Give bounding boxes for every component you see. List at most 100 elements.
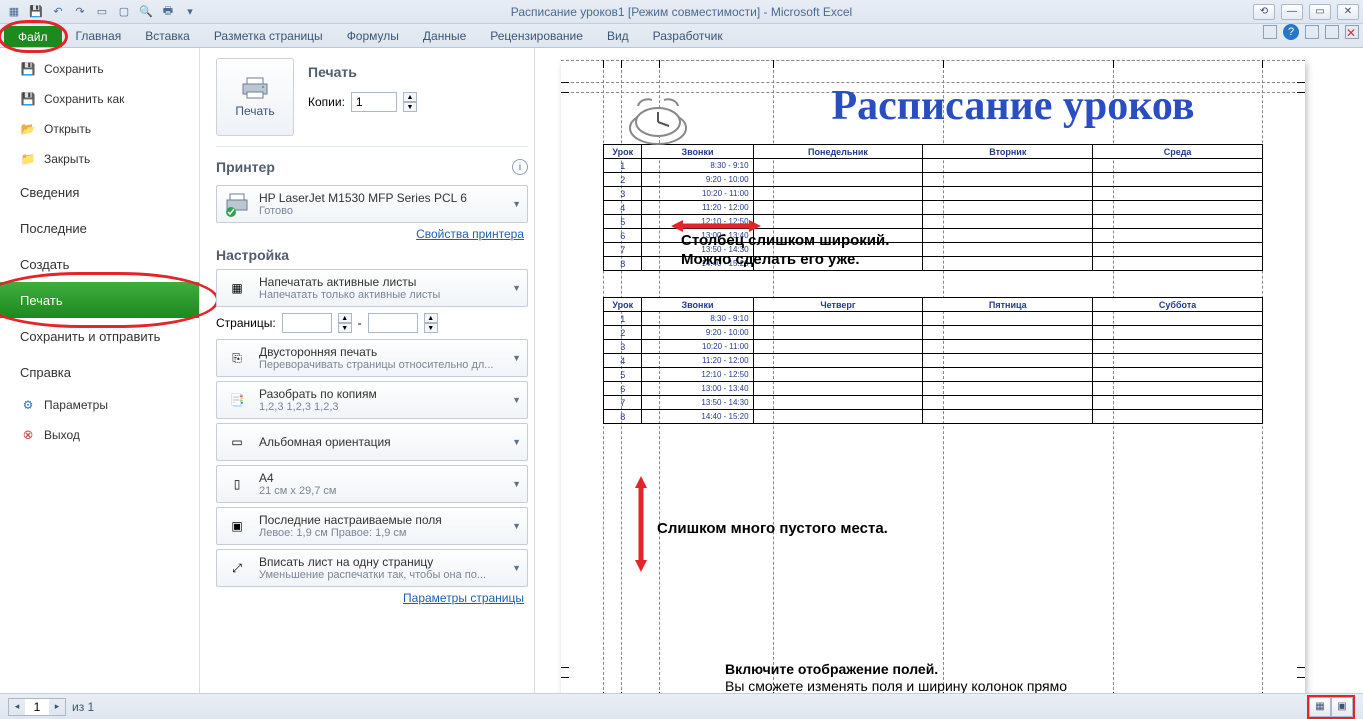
cell-lesson: 6 bbox=[604, 229, 642, 243]
nav-open[interactable]: 📂Открыть bbox=[0, 114, 199, 144]
nav-options[interactable]: ⚙Параметры bbox=[0, 390, 199, 420]
restore-window-icon[interactable] bbox=[1305, 25, 1319, 39]
tab-review[interactable]: Рецензирование bbox=[478, 24, 595, 47]
cell-day bbox=[1093, 382, 1263, 396]
qat-more-icon[interactable]: ▾ bbox=[182, 4, 198, 20]
setting-duplex[interactable]: ⎘ Двусторонняя печатьПереворачивать стра… bbox=[216, 339, 528, 377]
cell-lesson: 4 bbox=[604, 201, 642, 215]
cell-day bbox=[1093, 243, 1263, 257]
redo-icon[interactable]: ↷ bbox=[72, 4, 88, 20]
print-preview-pane: Расписание уроков УрокЗвонкиПонедельникВ… bbox=[535, 48, 1363, 719]
tab-formulas[interactable]: Формулы bbox=[335, 24, 411, 47]
backstage: 💾Сохранить 💾Сохранить как 📂Открыть 📁Закр… bbox=[0, 48, 1363, 719]
pages-from-spinner[interactable]: ▲▼ bbox=[338, 313, 352, 333]
ribbon-tabs: Файл Главная Вставка Разметка страницы Ф… bbox=[0, 24, 1363, 48]
zoom-page-button[interactable]: ▣ bbox=[1331, 697, 1353, 717]
page-setup-link[interactable]: Параметры страницы bbox=[216, 591, 524, 605]
pages-from-input[interactable] bbox=[282, 313, 332, 333]
tab-page-layout[interactable]: Разметка страницы bbox=[202, 24, 335, 47]
open-icon[interactable]: ▭ bbox=[94, 4, 110, 20]
table-row: 18:30 - 9:10 bbox=[604, 312, 1263, 326]
minimize-ribbon-icon[interactable] bbox=[1263, 25, 1277, 39]
printer-select[interactable]: HP LaserJet M1530 MFP Series PCL 6Готово… bbox=[216, 185, 528, 223]
sheets-icon: ▦ bbox=[223, 274, 251, 302]
nav-sendsave[interactable]: Сохранить и отправить bbox=[0, 318, 199, 354]
cell-day bbox=[1093, 410, 1263, 424]
cell-day bbox=[753, 312, 923, 326]
tab-file[interactable]: Файл bbox=[4, 26, 62, 47]
undo-icon[interactable]: ↶ bbox=[50, 4, 66, 20]
minimize-button[interactable]: — bbox=[1281, 4, 1303, 20]
cell-day bbox=[923, 215, 1093, 229]
pages-dash: - bbox=[358, 316, 362, 330]
cell-day bbox=[923, 368, 1093, 382]
nav-saveas[interactable]: 💾Сохранить как bbox=[0, 84, 199, 114]
page-spinner[interactable]: ◂▸ bbox=[8, 698, 66, 716]
nav-info-label: Сведения bbox=[20, 185, 79, 200]
printer-properties-link[interactable]: Свойства принтера bbox=[216, 227, 524, 241]
nav-new[interactable]: Создать bbox=[0, 246, 199, 282]
setting-papersize[interactable]: ▯ A421 см x 29,7 см ▼ bbox=[216, 465, 528, 503]
copies-spinner[interactable]: ▲▼ bbox=[403, 92, 417, 112]
tab-view[interactable]: Вид bbox=[595, 24, 641, 47]
cell-day bbox=[753, 159, 923, 173]
info-icon[interactable]: i bbox=[512, 159, 528, 175]
pages-to-spinner[interactable]: ▲▼ bbox=[424, 313, 438, 333]
cell-lesson: 1 bbox=[604, 159, 642, 173]
copies-input[interactable] bbox=[351, 92, 397, 112]
nav-exit[interactable]: ⮿Выход bbox=[0, 420, 199, 450]
table-row: 29:20 - 10:00 bbox=[604, 326, 1263, 340]
pages-to-input[interactable] bbox=[368, 313, 418, 333]
cell-lesson: 5 bbox=[604, 368, 642, 382]
nav-exit-label: Выход bbox=[44, 428, 80, 442]
tab-developer[interactable]: Разработчик bbox=[641, 24, 735, 47]
page-of-label: из 1 bbox=[72, 700, 94, 714]
annotation-col-wide: Столбец слишком широкий. Можно сделать е… bbox=[681, 232, 889, 270]
print-icon[interactable]: 🖶 bbox=[160, 4, 176, 20]
save-icon[interactable]: 💾 bbox=[28, 4, 44, 20]
nav-print[interactable]: Печать bbox=[0, 282, 199, 318]
tab-home[interactable]: Главная bbox=[64, 24, 134, 47]
cell-time: 10:20 - 11:00 bbox=[642, 340, 753, 354]
cell-time: 10:20 - 11:00 bbox=[642, 187, 753, 201]
setting-collate[interactable]: 📑 Разобрать по копиям1,2,3 1,2,3 1,2,3 ▼ bbox=[216, 381, 528, 419]
cell-lesson: 3 bbox=[604, 340, 642, 354]
setting-margins[interactable]: ▣ Последние настраиваемые поляЛевое: 1,9… bbox=[216, 507, 528, 545]
setting-papersize-title: A4 bbox=[259, 471, 337, 485]
cell-time: 13:50 - 14:30 bbox=[642, 396, 753, 410]
th-time: Звонки bbox=[642, 145, 753, 159]
maximize-button[interactable]: ▭ bbox=[1309, 4, 1331, 20]
setting-scaling[interactable]: ⤢ Вписать лист на одну страницуУменьшени… bbox=[216, 549, 528, 587]
maximize-window-icon[interactable] bbox=[1325, 25, 1339, 39]
cell-day bbox=[923, 173, 1093, 187]
table-row: 814:40 - 15:20 bbox=[604, 410, 1263, 424]
help-icon[interactable]: ? bbox=[1283, 24, 1299, 40]
preview-paper: Расписание уроков УрокЗвонкиПонедельникВ… bbox=[561, 60, 1305, 700]
annotation-col-wide-1: Столбец слишком широкий. bbox=[681, 232, 889, 251]
cell-time: 8:30 - 9:10 bbox=[642, 312, 753, 326]
cell-lesson: 6 bbox=[604, 382, 642, 396]
cell-time: 8:30 - 9:10 bbox=[642, 159, 753, 173]
close-window-icon[interactable]: ✕ bbox=[1345, 25, 1359, 39]
close-button[interactable]: ✕ bbox=[1337, 4, 1359, 20]
nav-recent[interactable]: Последние bbox=[0, 210, 199, 246]
print-button[interactable]: Печать bbox=[216, 58, 294, 136]
show-margins-button[interactable]: ▦ bbox=[1309, 697, 1331, 717]
nav-help[interactable]: Справка bbox=[0, 354, 199, 390]
page-current-input[interactable] bbox=[25, 699, 49, 715]
nav-save[interactable]: 💾Сохранить bbox=[0, 54, 199, 84]
tab-insert[interactable]: Вставка bbox=[133, 24, 202, 47]
cell-lesson: 4 bbox=[604, 354, 642, 368]
cell-time: 13:00 - 13:40 bbox=[642, 382, 753, 396]
preview-icon[interactable]: 🔍 bbox=[138, 4, 154, 20]
cell-day bbox=[923, 201, 1093, 215]
cell-lesson: 8 bbox=[604, 410, 642, 424]
nav-info[interactable]: Сведения bbox=[0, 174, 199, 210]
setting-orientation[interactable]: ▭ Альбомная ориентация ▼ bbox=[216, 423, 528, 461]
tab-data[interactable]: Данные bbox=[411, 24, 478, 47]
undo-help-icon[interactable]: ⟲ bbox=[1253, 4, 1275, 20]
setting-print-what[interactable]: ▦ Напечатать активные листыНапечатать то… bbox=[216, 269, 528, 307]
table-row: 512:10 - 12:50 bbox=[604, 368, 1263, 382]
nav-close[interactable]: 📁Закрыть bbox=[0, 144, 199, 174]
new-icon[interactable]: ▢ bbox=[116, 4, 132, 20]
